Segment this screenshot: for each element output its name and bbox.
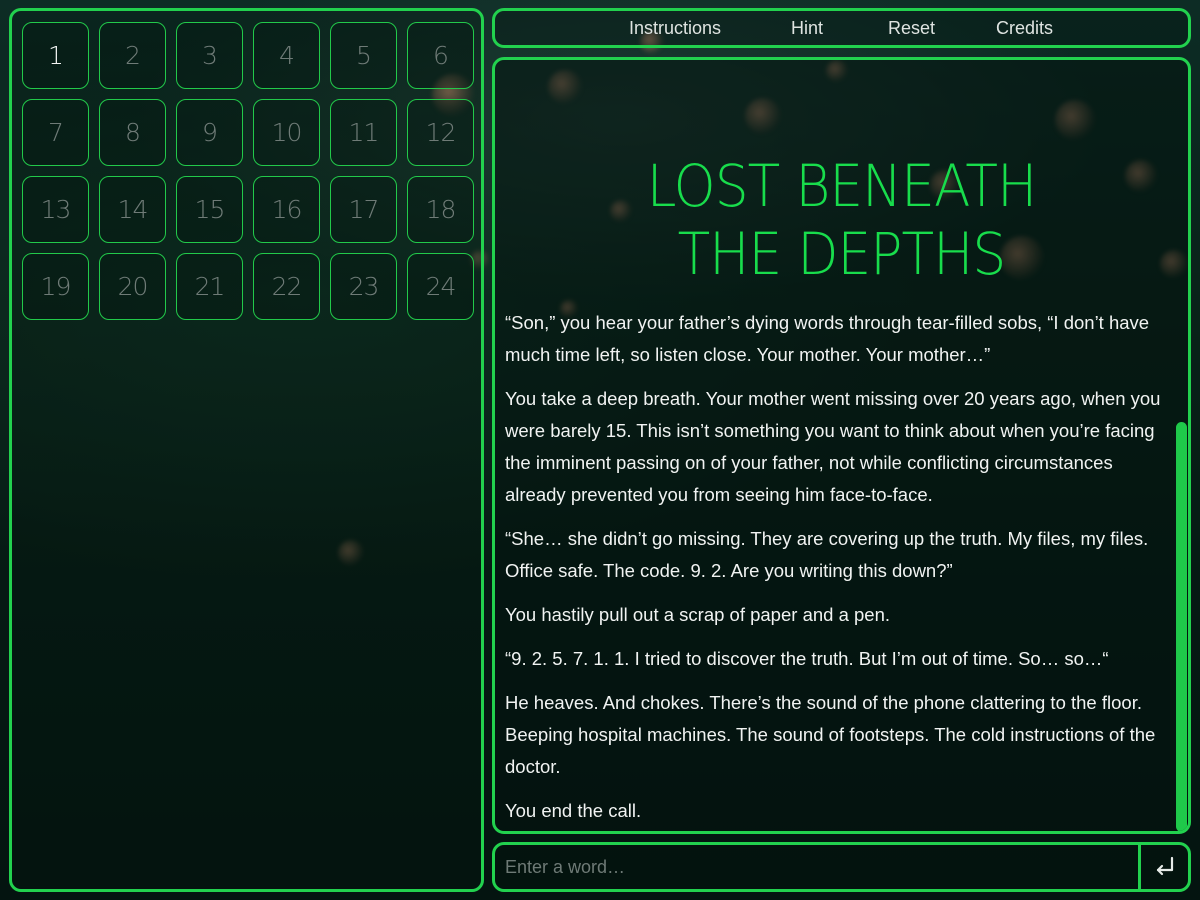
- level-select-panel: 1 2 3 4 5 6 7 8 9 10 11 12 13 14 15 16 17 18 19 20 21 22 23 24: [9, 8, 484, 892]
- level-button-23[interactable]: 23: [330, 253, 397, 320]
- word-entry-bar: [492, 842, 1191, 892]
- story-scrollbar[interactable]: [1176, 422, 1187, 831]
- game-title-line2: The Depths: [677, 220, 1007, 288]
- credits-button[interactable]: Credits: [996, 11, 1053, 45]
- story-panel[interactable]: Lost Beneath The Depths “Son,” you hear …: [492, 57, 1191, 834]
- menu-bar: Instructions Hint Reset Credits: [492, 8, 1191, 48]
- word-input[interactable]: [495, 845, 1143, 889]
- level-button-17[interactable]: 17: [330, 176, 397, 243]
- level-button-20[interactable]: 20: [99, 253, 166, 320]
- level-grid: 1 2 3 4 5 6 7 8 9 10 11 12 13 14 15 16 17 18 19 20 21 22 23 24: [22, 22, 474, 320]
- story-paragraph: You hastily pull out a scrap of paper an…: [505, 604, 891, 625]
- instructions-button[interactable]: Instructions: [629, 11, 721, 45]
- level-button-3[interactable]: 3: [176, 22, 243, 89]
- level-button-6[interactable]: 6: [407, 22, 474, 89]
- level-button-5[interactable]: 5: [330, 22, 397, 89]
- level-button-24[interactable]: 24: [407, 253, 474, 320]
- story-paragraph: “Son,” you hear your father’s dying word…: [505, 312, 1150, 365]
- game-title: Lost Beneath The Depths: [523, 152, 1161, 288]
- story-paragraph: “9. 2. 5. 7. 1. 1. I tried to discover t…: [505, 648, 1109, 669]
- hint-button[interactable]: Hint: [791, 11, 823, 45]
- story-paragraph: You take a deep breath. Your mother went…: [505, 388, 1161, 505]
- level-button-10[interactable]: 10: [253, 99, 320, 166]
- story-paragraph: You end the call.: [505, 800, 642, 821]
- game-title-line1: Lost Beneath: [646, 152, 1037, 220]
- level-button-2[interactable]: 2: [99, 22, 166, 89]
- reset-button[interactable]: Reset: [888, 11, 935, 45]
- level-button-21[interactable]: 21: [176, 253, 243, 320]
- level-button-1[interactable]: 1: [22, 22, 89, 89]
- level-button-12[interactable]: 12: [407, 99, 474, 166]
- story-paragraph: He heaves. And chokes. There’s the sound…: [505, 692, 1156, 777]
- story-paragraph: “She… she didn’t go missing. They are co…: [505, 528, 1149, 581]
- level-button-13[interactable]: 13: [22, 176, 89, 243]
- level-button-22[interactable]: 22: [253, 253, 320, 320]
- level-button-18[interactable]: 18: [407, 176, 474, 243]
- submit-button[interactable]: [1138, 845, 1188, 889]
- level-button-9[interactable]: 9: [176, 99, 243, 166]
- level-button-15[interactable]: 15: [176, 176, 243, 243]
- story-text: “Son,” you hear your father’s dying word…: [505, 307, 1170, 831]
- enter-return-icon: [1156, 856, 1173, 876]
- level-button-8[interactable]: 8: [99, 99, 166, 166]
- level-button-7[interactable]: 7: [22, 99, 89, 166]
- level-button-19[interactable]: 19: [22, 253, 89, 320]
- level-button-16[interactable]: 16: [253, 176, 320, 243]
- level-button-4[interactable]: 4: [253, 22, 320, 89]
- level-button-11[interactable]: 11: [330, 99, 397, 166]
- level-button-14[interactable]: 14: [99, 176, 166, 243]
